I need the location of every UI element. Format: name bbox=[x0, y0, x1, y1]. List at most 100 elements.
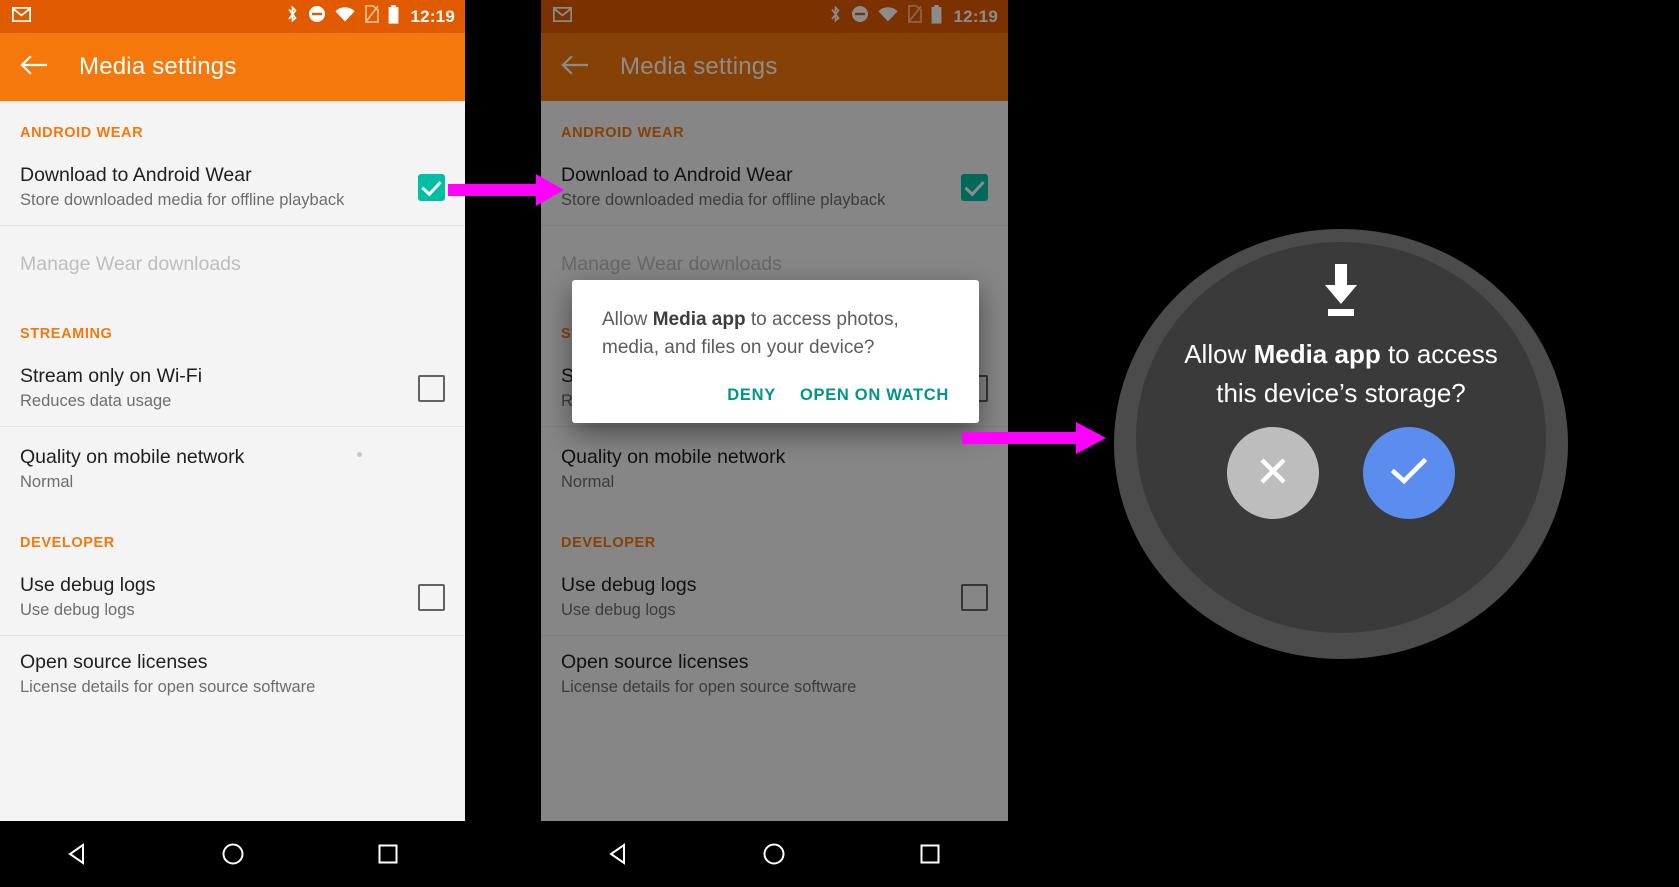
page-title: Media settings bbox=[620, 53, 778, 80]
row-subtitle: Store downloaded media for offline playb… bbox=[561, 190, 886, 209]
watch-text-app: Media app bbox=[1253, 339, 1381, 369]
do-not-disturb-icon bbox=[851, 5, 869, 28]
checkbox-use-debug-logs[interactable] bbox=[961, 583, 988, 611]
phone-screen-before: 12:19 Media settings ANDROID WEAR Downlo… bbox=[0, 0, 465, 887]
row-texts: Stream only on Wi-Fi Reduces data usage bbox=[20, 364, 406, 413]
row-title: Use debug logs bbox=[561, 573, 697, 596]
status-bar-right: 12:19 bbox=[829, 4, 998, 29]
row-subtitle: Store downloaded media for offline playb… bbox=[20, 190, 345, 209]
close-x-icon bbox=[1256, 454, 1290, 493]
row-quality-on-mobile-network[interactable]: Quality on mobile network Normal bbox=[0, 427, 465, 511]
nav-bar bbox=[0, 821, 465, 887]
watch-allow-button[interactable] bbox=[1363, 427, 1455, 519]
row-texts: Manage Wear downloads bbox=[561, 252, 988, 277]
row-texts: Download to Android Wear Store downloade… bbox=[561, 163, 949, 212]
row-download-to-android-wear[interactable]: Download to Android Wear Store downloade… bbox=[541, 149, 1008, 225]
battery-icon bbox=[931, 4, 942, 29]
nav-recents-icon[interactable] bbox=[917, 841, 943, 867]
row-title: Manage Wear downloads bbox=[20, 252, 241, 275]
row-title: Download to Android Wear bbox=[561, 163, 793, 186]
dialog-message-pre: Allow bbox=[602, 309, 653, 330]
row-subtitle: License details for open source software bbox=[20, 677, 316, 696]
row-title: Open source licenses bbox=[20, 650, 208, 673]
status-bar: 12:19 bbox=[0, 0, 465, 33]
row-texts: Quality on mobile network Normal bbox=[561, 445, 988, 494]
gmail-icon bbox=[11, 6, 32, 27]
row-open-source-licenses[interactable]: Open source licenses License details for… bbox=[0, 636, 465, 712]
status-bar-right: 12:19 bbox=[286, 4, 455, 29]
row-open-source-licenses[interactable]: Open source licenses License details for… bbox=[541, 636, 1008, 712]
row-use-debug-logs[interactable]: Use debug logs Use debug logs bbox=[0, 559, 465, 635]
nav-recents-icon[interactable] bbox=[375, 841, 401, 867]
checkbox-stream-only-on-wifi[interactable] bbox=[418, 374, 445, 402]
check-icon bbox=[1390, 455, 1428, 492]
row-stream-only-on-wifi[interactable]: Stream only on Wi-Fi Reduces data usage bbox=[0, 350, 465, 426]
nav-back-icon[interactable] bbox=[65, 841, 91, 867]
row-title: Quality on mobile network bbox=[20, 445, 245, 468]
row-title: Manage Wear downloads bbox=[561, 252, 782, 275]
nav-home-icon[interactable] bbox=[220, 841, 246, 867]
settings-list: ANDROID WEAR Download to Android Wear St… bbox=[0, 101, 465, 712]
row-quality-on-mobile-network[interactable]: Quality on mobile network Normal bbox=[541, 427, 1008, 511]
row-title: Download to Android Wear bbox=[20, 163, 252, 186]
wifi-icon bbox=[334, 6, 355, 27]
nav-home-icon[interactable] bbox=[761, 841, 787, 867]
checkbox-use-debug-logs[interactable] bbox=[418, 583, 445, 611]
row-use-debug-logs[interactable]: Use debug logs Use debug logs bbox=[541, 559, 1008, 635]
row-download-to-android-wear[interactable]: Download to Android Wear Store downloade… bbox=[0, 149, 465, 225]
open-on-watch-button[interactable]: OPEN ON WATCH bbox=[800, 386, 949, 405]
row-texts: Use debug logs Use debug logs bbox=[20, 573, 406, 622]
row-title: Stream only on Wi-Fi bbox=[20, 364, 203, 387]
screenshot-stage: 12:19 Media settings ANDROID WEAR Downlo… bbox=[0, 0, 1679, 887]
row-title: Quality on mobile network bbox=[561, 445, 786, 468]
status-bar-left bbox=[552, 6, 573, 27]
back-arrow-icon[interactable] bbox=[20, 54, 48, 81]
row-subtitle: Use debug logs bbox=[20, 600, 135, 619]
section-header-developer: DEVELOPER bbox=[561, 535, 656, 551]
section-header-developer: DEVELOPER bbox=[20, 535, 115, 551]
row-title: Open source licenses bbox=[561, 650, 749, 673]
status-bar-left bbox=[11, 6, 32, 27]
row-subtitle: Reduces data usage bbox=[20, 391, 172, 410]
permission-dialog: Allow Media app to access photos, media,… bbox=[572, 280, 979, 423]
wifi-icon bbox=[877, 6, 898, 27]
deny-button[interactable]: DENY bbox=[727, 386, 776, 405]
row-title: Use debug logs bbox=[20, 573, 156, 596]
row-subtitle: Use debug logs bbox=[561, 600, 676, 619]
checkbox-download-to-android-wear[interactable] bbox=[961, 173, 988, 201]
checkbox-download-to-android-wear[interactable] bbox=[418, 173, 445, 201]
back-arrow-icon[interactable] bbox=[561, 54, 589, 81]
status-bar-clock: 12:19 bbox=[953, 6, 998, 26]
row-texts: Quality on mobile network Normal bbox=[20, 445, 445, 494]
watch-permission-text: Allow Media app to access this device’s … bbox=[1176, 335, 1506, 413]
arrow-phone-to-dialog bbox=[448, 172, 564, 213]
row-texts: Download to Android Wear Store downloade… bbox=[20, 163, 406, 212]
row-subtitle: Normal bbox=[561, 472, 615, 491]
phone-screen-with-dialog: 12:19 Media settings ANDROID WEAR Downlo… bbox=[541, 0, 1008, 887]
dialog-message-app: Media app bbox=[652, 309, 746, 330]
watch-face: Allow Media app to access this device’s … bbox=[1136, 242, 1546, 633]
watch-deny-button[interactable] bbox=[1227, 427, 1319, 519]
nav-bar bbox=[541, 821, 1008, 887]
status-bar-clock: 12:19 bbox=[410, 6, 455, 26]
status-bar: 12:19 bbox=[541, 0, 1008, 33]
gmail-icon bbox=[552, 6, 573, 27]
app-bar: Media settings bbox=[541, 33, 1008, 101]
row-manage-wear-downloads: Manage Wear downloads bbox=[0, 226, 465, 302]
permission-dialog-actions: DENY OPEN ON WATCH bbox=[602, 362, 949, 423]
row-texts: Open source licenses License details for… bbox=[561, 650, 988, 699]
bluetooth-icon bbox=[829, 4, 842, 29]
page-title: Media settings bbox=[79, 53, 237, 80]
row-subtitle: Normal bbox=[20, 472, 74, 491]
watch-screen: Allow Media app to access this device’s … bbox=[1114, 229, 1568, 659]
no-sim-icon bbox=[364, 4, 379, 28]
row-texts: Use debug logs Use debug logs bbox=[561, 573, 949, 622]
bluetooth-icon bbox=[286, 4, 299, 29]
nav-back-icon[interactable] bbox=[606, 841, 632, 867]
row-subtitle: License details for open source software bbox=[561, 677, 857, 696]
app-bar: Media settings bbox=[0, 33, 465, 101]
section-header-android-wear: ANDROID WEAR bbox=[20, 125, 144, 141]
row-texts: Manage Wear downloads bbox=[20, 252, 445, 277]
arrow-dialog-to-watch bbox=[962, 420, 1106, 461]
watch-actions bbox=[1227, 427, 1455, 519]
